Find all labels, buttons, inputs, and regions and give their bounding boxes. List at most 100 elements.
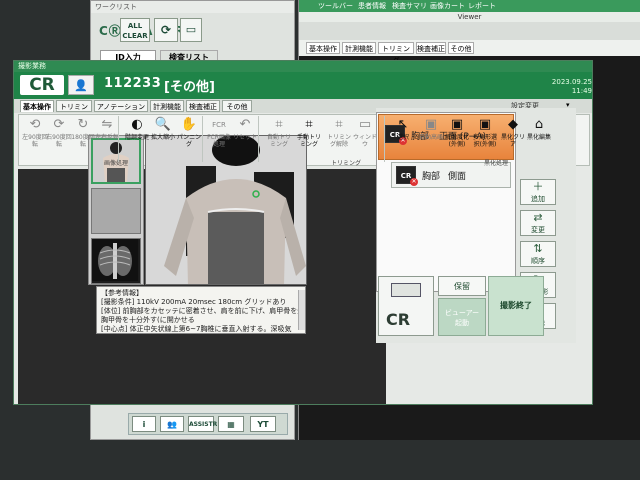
tool-15-button[interactable]: ▣ 自動高画 (418, 116, 444, 158)
tool-12-button[interactable]: ⌗ トリミング解除 (326, 116, 352, 158)
launch-viewer-button[interactable]: ビューアー 起動 (438, 298, 486, 336)
tool-8-icon: FCR (212, 121, 226, 129)
cassette-icon (391, 283, 421, 297)
viewer-tab-basic[interactable]: 基本操作 (306, 42, 340, 54)
order-label: 順序 (531, 257, 545, 265)
users-icon[interactable]: 👥 (160, 416, 184, 432)
tool-13-icon: ▭ (358, 117, 372, 132)
tool-12-icon: ⌗ (335, 117, 343, 132)
patient-id: 112233 (104, 76, 162, 91)
order-exam-button[interactable]: ⇅ 順序 (520, 241, 556, 267)
order-icon: ⇅ (533, 242, 543, 255)
tool-label: 左右反転 (94, 134, 119, 141)
tool-7-icon: ✋ (180, 117, 198, 132)
tool-label: 左90度回転 (22, 134, 48, 148)
refresh-icon[interactable]: ⟳ (154, 18, 178, 42)
tool-18-button[interactable]: ◆ 黒化クリア (500, 116, 526, 158)
tool-11-icon: ⌗ (305, 117, 313, 132)
tool-9-button[interactable]: ↶ リセット (232, 116, 258, 158)
tab-other[interactable]: その他 (222, 100, 252, 112)
tool-label: 拡大縮小 (150, 134, 175, 141)
tool-10-icon: ⌗ (275, 117, 283, 132)
tool-16-button[interactable]: ▣ 解像度化(外側) (444, 116, 470, 158)
info-scrollbar[interactable] (298, 290, 305, 330)
patient-header: CR 👤 112233 [その他] 2023.09.25 11:49 (14, 72, 592, 99)
tool-9-icon: ↶ (239, 117, 251, 132)
viewer-menu-toolbar[interactable]: ツールバー (318, 1, 353, 11)
viewer-menu-cart[interactable]: 画像カート (430, 1, 465, 11)
info-icon[interactable]: i (132, 416, 156, 432)
thumbnail-empty[interactable] (91, 188, 141, 234)
tool-label: 選択 (396, 134, 409, 141)
viewer-title: Viewer (299, 12, 640, 22)
tool-label: ウィンドウ (352, 134, 377, 148)
add-exam-button[interactable]: ＋ 追加 (520, 179, 556, 205)
info-line: [体位] 前胸部をカセッテに密着させ、肩を前に下げ、肩甲骨を外側に (101, 307, 301, 315)
viewer-menu-report[interactable]: レポート (468, 1, 496, 11)
patient-category: [その他] (164, 80, 215, 95)
patient-info-button[interactable]: 👤 (68, 75, 94, 95)
tool-4-button[interactable]: ⇋ 左右反転 (94, 116, 120, 158)
grid-icon[interactable]: ▦ (218, 416, 244, 432)
assistr-button[interactable]: ASSISTR (188, 416, 217, 432)
tool-3-button[interactable]: ↻ 180度回転 (70, 116, 96, 158)
tool-label: トリミング解除 (326, 134, 351, 148)
change-exam-button[interactable]: ⇄ 変更 (520, 210, 556, 236)
cr-cassette-label: CR (386, 310, 411, 329)
tool-5-button[interactable]: ◐ 階調変更 (124, 116, 150, 158)
tool-group-label: トリミング (330, 160, 361, 167)
yt-button[interactable]: YT (250, 416, 276, 432)
tool-17-button[interactable]: ▣ 多角形選択(外側) (472, 116, 498, 158)
acquisition-titlebar: 撮影業務 (14, 61, 592, 72)
tool-6-icon: 🔍 (154, 117, 172, 132)
tool-label: 右90度回転 (46, 134, 72, 148)
tool-8-button[interactable]: FCR FCR画像処理 (206, 116, 232, 158)
tool-1-button[interactable]: ⟲ 左90度回転 (22, 116, 48, 158)
add-icon: ＋ (532, 180, 544, 193)
monitor-icon[interactable]: ▭ (180, 18, 202, 42)
tool-11-button[interactable]: ⌗ 手動トリミング (296, 116, 322, 158)
tool-separator (258, 116, 259, 162)
info-line: 【参考情報】 (101, 289, 143, 297)
tool-label: 自動トリミング (266, 134, 291, 148)
end-exam-button[interactable]: 撮影終了 (488, 276, 544, 336)
tool-7-button[interactable]: ✋ パンニング (176, 116, 202, 158)
viewer-menu-summary[interactable]: 検査サマリ (392, 1, 427, 11)
header-time: 11:49 (571, 87, 592, 95)
tool-16-icon: ▣ (450, 117, 464, 132)
tool-1-icon: ⟲ (29, 117, 41, 132)
viewer-tab-trim[interactable]: トリミング (378, 42, 414, 65)
tool-label: 自動高画 (418, 134, 443, 141)
tab-correction[interactable]: 検査補正 (186, 100, 220, 112)
tool-label: 解像度化(外側) (444, 134, 469, 148)
tool-separator (384, 116, 385, 162)
info-line: [中心点] 体正中矢状線上第6~7胸椎に垂直入射する。深吸気 (101, 325, 292, 333)
tool-3-icon: ↻ (77, 117, 89, 132)
info-line: [撮影条件] 110kV 200mA 20msec 180cm グリッドあり (101, 298, 287, 306)
tab-annotation[interactable]: アノテーション (94, 100, 148, 112)
tool-14-icon: ↖ (397, 117, 409, 132)
viewer-tab-correct[interactable]: 検査補正 (416, 42, 446, 54)
viewer-tab-measure[interactable]: 計測機能 (342, 42, 376, 54)
tool-2-icon: ⟳ (53, 117, 65, 132)
viewer-toolbar (299, 22, 640, 40)
cr-exam-icon: CR ✕ (396, 166, 418, 186)
tool-2-button[interactable]: ⟳ 右90度回転 (46, 116, 72, 158)
tab-trimming[interactable]: トリミング (56, 100, 92, 123)
info-line: 胸甲骨を十分外す(に開かせる (101, 316, 195, 324)
tool-label: 階調変更 (124, 134, 149, 141)
tool-19-button[interactable]: ⌂ 黒化編集 (526, 116, 552, 158)
viewer-tab-other[interactable]: その他 (448, 42, 474, 54)
tool-5-icon: ◐ (131, 117, 143, 132)
patient-back-photo (146, 136, 306, 284)
hold-button[interactable]: 保留 (438, 276, 486, 296)
tool-6-button[interactable]: 🔍 拡大縮小 (150, 116, 176, 158)
tool-13-button[interactable]: ▭ ウィンドウ (352, 116, 378, 158)
tab-measure[interactable]: 計測機能 (150, 100, 184, 112)
viewer-menu-patient[interactable]: 患者情報 (358, 1, 386, 11)
thumbnail-chest-xray[interactable] (91, 238, 141, 284)
all-clear-button[interactable]: ALL CLEAR (120, 18, 150, 42)
tool-10-button[interactable]: ⌗ 自動トリミング (266, 116, 292, 158)
tool-14-button[interactable]: ↖ 選択 (390, 116, 416, 158)
tab-basic[interactable]: 基本操作 (20, 100, 54, 112)
